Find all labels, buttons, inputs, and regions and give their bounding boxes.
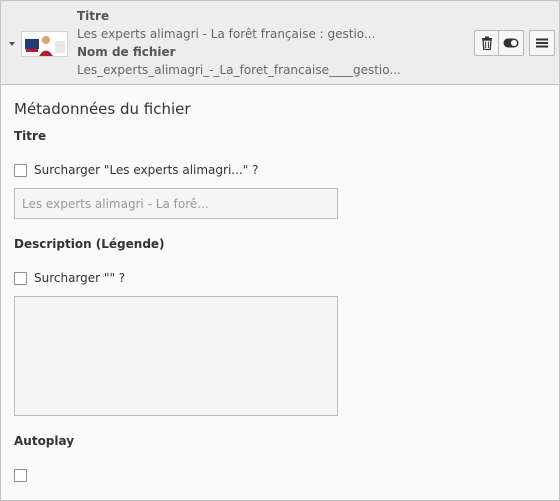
delete-button[interactable] <box>474 30 499 56</box>
menu-button[interactable] <box>529 30 555 56</box>
autoplay-checkbox[interactable] <box>14 469 27 482</box>
title-field-label: Titre <box>14 129 47 143</box>
filename-label: Nom de fichier <box>77 45 176 59</box>
title-label: Titre <box>77 9 110 23</box>
file-header[interactable]: Titre Les experts alimagri - La forêt fr… <box>1 1 559 85</box>
file-reference-panel: Titre Les experts alimagri - La forêt fr… <box>0 0 560 501</box>
toggle-visibility-button[interactable] <box>499 30 524 56</box>
menu-icon <box>536 38 548 48</box>
description-field-label: Description (Légende) <box>14 237 165 251</box>
filename-value: Les_experts_alimagri_-_La_foret_francais… <box>77 63 401 77</box>
autoplay-field-label: Autoplay <box>14 434 75 448</box>
description-override-checkbox[interactable] <box>14 271 27 285</box>
autoplay-row <box>14 469 34 482</box>
description-override-label[interactable]: Surcharger "" ? <box>34 271 125 285</box>
section-title: Métadonnées du fichier <box>14 100 191 118</box>
title-override-label[interactable]: Surcharger "Les experts alimagri..." ? <box>34 163 258 177</box>
trash-icon <box>481 36 492 50</box>
title-override-row: Surcharger "Les experts alimagri..." ? <box>14 163 258 177</box>
action-button-group <box>474 30 524 56</box>
toggle-icon <box>503 38 519 48</box>
description-override-row: Surcharger "" ? <box>14 271 125 285</box>
description-textarea[interactable] <box>14 296 338 416</box>
title-override-checkbox[interactable] <box>14 163 27 177</box>
title-value: Les experts alimagri - La forêt français… <box>77 27 376 41</box>
file-thumbnail <box>21 31 68 57</box>
caret-down-icon[interactable] <box>9 42 15 46</box>
title-input[interactable]: Les experts alimagri - La forê... <box>14 188 338 219</box>
